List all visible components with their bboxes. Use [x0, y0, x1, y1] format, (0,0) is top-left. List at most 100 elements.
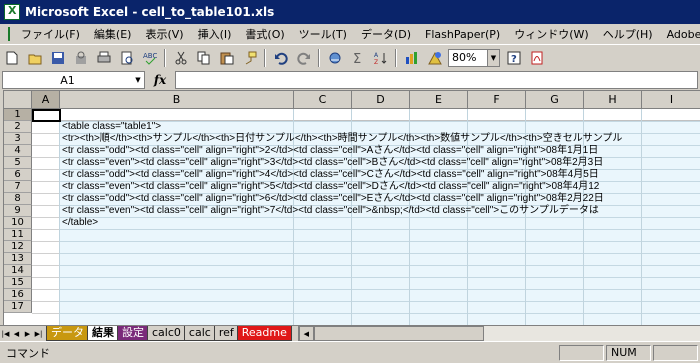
row-header-6[interactable]: 6 — [4, 169, 32, 181]
menu-help[interactable]: ヘルプ(H) — [596, 26, 660, 42]
svg-text:A: A — [374, 52, 379, 59]
row-header-12[interactable]: 12 — [4, 241, 32, 253]
row-header-7[interactable]: 7 — [4, 181, 32, 193]
row-header-3[interactable]: 3 — [4, 133, 32, 145]
cell-b7[interactable]: <tr class="even"><td class="cell" align=… — [62, 181, 599, 193]
menu-window[interactable]: ウィンドウ(W) — [507, 26, 595, 42]
sheet-tab-0[interactable]: データ — [46, 326, 89, 341]
column-header-g[interactable]: G — [526, 91, 584, 109]
svg-text:?: ? — [511, 54, 517, 65]
row-header-17[interactable]: 17 — [4, 301, 32, 313]
row-header-16[interactable]: 16 — [4, 289, 32, 301]
paste-icon[interactable] — [216, 48, 237, 68]
cell-b10[interactable]: </table> — [62, 217, 98, 229]
menu-data[interactable]: データ(D) — [354, 26, 418, 42]
redo-icon[interactable] — [293, 48, 314, 68]
status-panel-empty — [653, 344, 698, 361]
undo-icon[interactable] — [270, 48, 291, 68]
chart-wizard-icon[interactable] — [401, 48, 422, 68]
svg-text:Σ: Σ — [353, 52, 361, 65]
gridline — [641, 109, 642, 325]
row-header-8[interactable]: 8 — [4, 193, 32, 205]
format-painter-icon[interactable] — [239, 48, 260, 68]
pdf-icon[interactable] — [526, 48, 547, 68]
column-header-f[interactable]: F — [468, 91, 526, 109]
hyperlink-icon[interactable] — [324, 48, 345, 68]
drawing-icon[interactable] — [424, 48, 445, 68]
row-header-13[interactable]: 13 — [4, 253, 32, 265]
insert-function-icon[interactable]: fx — [145, 73, 175, 87]
name-box[interactable]: A1 ▼ — [2, 71, 145, 89]
sheet-tab-2[interactable]: 設定 — [117, 326, 149, 341]
last-sheet-icon[interactable]: ▶| — [33, 327, 44, 341]
horizontal-scrollbar[interactable]: ◀ — [297, 326, 700, 341]
cell-b6[interactable]: <tr class="odd"><td class="cell" align="… — [62, 169, 599, 181]
open-icon[interactable] — [24, 48, 45, 68]
cell-b4[interactable]: <tr class="odd"><td class="cell" align="… — [62, 145, 598, 157]
row-1-band — [32, 109, 700, 121]
row-header-2[interactable]: 2 — [4, 121, 32, 133]
sheet-tab-1[interactable]: 結果 — [87, 326, 119, 341]
menu-file[interactable]: ファイル(F) — [14, 26, 87, 42]
formula-input[interactable] — [175, 71, 698, 89]
worksheet-grid[interactable]: ABCDEFGHI 1 2 3 4 5 6 7 8 9 10 11 12 13 14 15 16 17 <tab… — [3, 90, 700, 325]
print-icon[interactable] — [93, 48, 114, 68]
cell-b8[interactable]: <tr class="odd"><td class="cell" align="… — [62, 193, 604, 205]
autosum-icon[interactable]: Σ — [347, 48, 368, 68]
next-sheet-icon[interactable]: ▶ — [22, 327, 33, 341]
menu-adobe[interactable]: Adobe — [660, 28, 700, 41]
excel-app-icon[interactable] — [4, 4, 20, 20]
menu-bar: ファイル(F) 編集(E) 表示(V) 挿入(I) 書式(O) ツール(T) デ… — [0, 24, 700, 44]
column-header-b[interactable]: B — [60, 91, 294, 109]
sort-icon[interactable]: AZ — [370, 48, 391, 68]
menu-insert[interactable]: 挿入(I) — [191, 26, 239, 42]
status-text: コマンド — [6, 346, 50, 360]
row-header-1[interactable]: 1 — [4, 109, 32, 121]
menu-flashpaper[interactable]: FlashPaper(P) — [418, 28, 507, 41]
row-header-9[interactable]: 9 — [4, 205, 32, 217]
copy-icon[interactable] — [193, 48, 214, 68]
cell-b2[interactable]: <table class="table1"> — [62, 121, 161, 133]
row-header-15[interactable]: 15 — [4, 277, 32, 289]
column-header-i[interactable]: I — [642, 91, 700, 109]
menu-edit[interactable]: 編集(E) — [87, 26, 139, 42]
spelling-icon[interactable]: ABC — [139, 48, 160, 68]
chevron-down-icon[interactable]: ▼ — [132, 76, 144, 84]
select-all-corner[interactable] — [4, 91, 32, 109]
column-header-e[interactable]: E — [410, 91, 468, 109]
row-header-5[interactable]: 5 — [4, 157, 32, 169]
sheet-tab-5[interactable]: ref — [213, 326, 239, 341]
row-header-14[interactable]: 14 — [4, 265, 32, 277]
column-header-d[interactable]: D — [352, 91, 410, 109]
help-icon[interactable]: ? — [503, 48, 524, 68]
row-header-10[interactable]: 10 — [4, 217, 32, 229]
prev-sheet-icon[interactable]: ◀ — [11, 327, 22, 341]
sheet-tab-3[interactable]: calc0 — [147, 326, 186, 341]
sheet-tab-4[interactable]: calc — [183, 326, 216, 341]
new-icon[interactable] — [1, 48, 22, 68]
row-header-11[interactable]: 11 — [4, 229, 32, 241]
first-sheet-icon[interactable]: |◀ — [0, 327, 11, 341]
save-icon[interactable] — [47, 48, 68, 68]
chevron-down-icon[interactable]: ▼ — [487, 49, 499, 66]
column-header-h[interactable]: H — [584, 91, 642, 109]
cell-b3[interactable]: <tr><th>順</th><th>サンプル</th><th>日付サンプル</t… — [62, 133, 622, 145]
scroll-left-icon[interactable]: ◀ — [298, 326, 314, 341]
cell-b9[interactable]: <tr class="even"><td class="cell" align=… — [62, 205, 599, 217]
menu-format[interactable]: 書式(O) — [238, 26, 291, 42]
column-header-a[interactable]: A — [32, 91, 60, 109]
cell-area[interactable]: <table class="table1"> <tr><th>順</th><th>… — [32, 109, 700, 325]
workbook-icon[interactable] — [8, 27, 10, 41]
cut-icon[interactable] — [170, 48, 191, 68]
active-cell-a1[interactable] — [32, 109, 61, 122]
permission-icon[interactable] — [70, 48, 91, 68]
cell-b5[interactable]: <tr class="even"><td class="cell" align=… — [62, 157, 603, 169]
column-header-c[interactable]: C — [294, 91, 352, 109]
menu-view[interactable]: 表示(V) — [138, 26, 190, 42]
print-preview-icon[interactable] — [116, 48, 137, 68]
sheet-tab-6[interactable]: Readme — [236, 326, 292, 341]
scroll-thumb[interactable] — [313, 326, 484, 341]
zoom-select[interactable]: 80% ▼ — [448, 48, 500, 67]
menu-tools[interactable]: ツール(T) — [292, 26, 354, 42]
row-header-4[interactable]: 4 — [4, 145, 32, 157]
